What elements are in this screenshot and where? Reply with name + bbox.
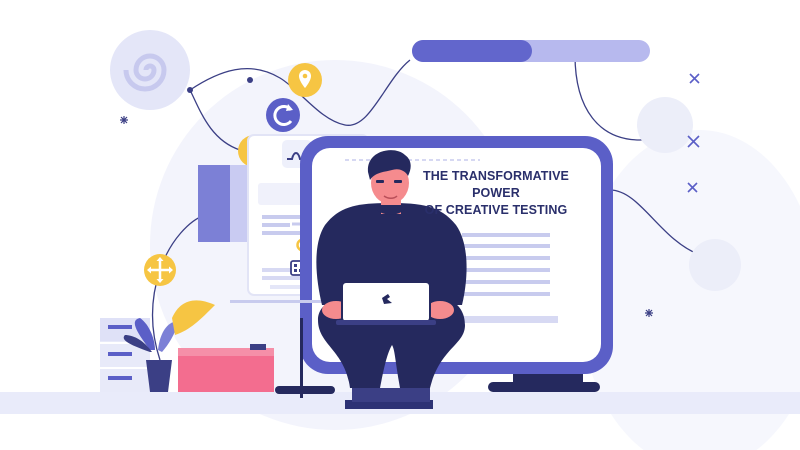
headline-line-1: THE TRANSFORMATIVE POWER: [422, 169, 569, 200]
headline: THE TRANSFORMATIVE POWER OF CREATIVE TES…: [408, 168, 584, 219]
spiral-icon: [110, 30, 190, 110]
move-icon: [144, 254, 176, 286]
headline-line-2: OF CREATIVE TESTING: [424, 203, 568, 217]
pin-icon: [288, 63, 322, 97]
illustration: THE TRANSFORMATIVE POWER OF CREATIVE TES…: [0, 0, 800, 450]
pink-box: [178, 344, 274, 392]
top-pill-bar-fill: [412, 40, 532, 62]
connector-dot: [187, 87, 193, 93]
refresh-icon: [266, 98, 300, 132]
illustration-canvas: [0, 30, 800, 450]
connector-dot: [247, 77, 253, 83]
